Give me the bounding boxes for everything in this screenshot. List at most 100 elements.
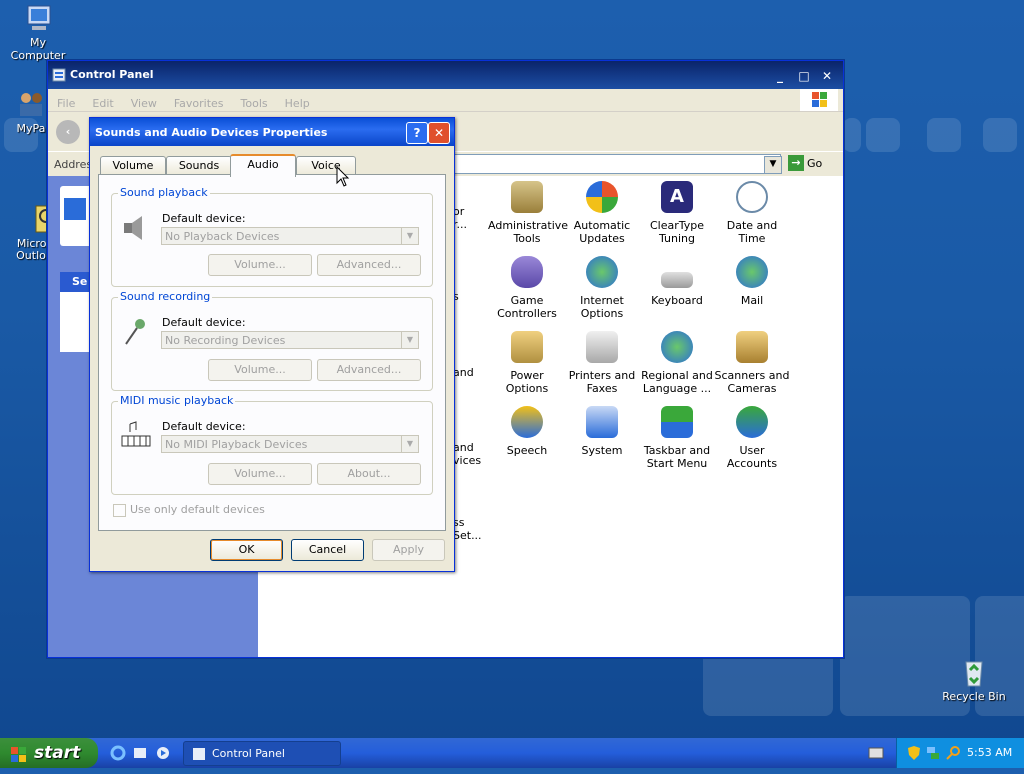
midi-volume-button[interactable]: Volume...: [208, 463, 312, 485]
start-button[interactable]: start: [0, 738, 98, 768]
clock: 5:53 AM: [967, 746, 1013, 759]
menu-tools[interactable]: Tools: [241, 97, 268, 110]
help-button[interactable]: ?: [406, 122, 428, 144]
tab-sounds[interactable]: Sounds: [166, 156, 232, 175]
menu-edit[interactable]: Edit: [92, 97, 113, 110]
recording-advanced-button[interactable]: Advanced...: [317, 359, 421, 381]
midi-about-button[interactable]: About...: [317, 463, 421, 485]
go-button[interactable]: → Go: [788, 155, 822, 173]
microphone-icon: [120, 316, 152, 348]
cp-item-label: ClearType Tuning: [649, 219, 705, 245]
cp-item-partial: and vices: [453, 441, 482, 467]
search-icon[interactable]: [945, 745, 961, 761]
menu-bar: File Edit View Favorites Tools Help: [48, 89, 843, 112]
close-button[interactable]: ✕: [817, 67, 837, 85]
maximize-button[interactable]: □: [794, 67, 814, 85]
title-bar[interactable]: Control Panel _ □ ✕: [48, 61, 843, 89]
taskbar-button-label: Control Panel: [212, 747, 285, 760]
cp-item-cleartype-tuning[interactable]: A ClearType Tuning: [638, 181, 716, 245]
menu-help[interactable]: Help: [285, 97, 310, 110]
cp-item-date-and-time[interactable]: Date and Time: [713, 181, 791, 245]
recording-device-select[interactable]: No Recording Devices ▼: [161, 331, 419, 349]
menu-file[interactable]: File: [57, 97, 75, 110]
language-icon[interactable]: [868, 747, 884, 759]
recording-volume-button[interactable]: Volume...: [208, 359, 312, 381]
outlook-express-icon[interactable]: [132, 745, 148, 761]
sound-recording-group: Sound recording Default device: No Recor…: [111, 290, 433, 391]
midi-device-select[interactable]: No MIDI Playback Devices ▼: [161, 435, 419, 453]
cp-item-label: User Accounts: [726, 444, 778, 470]
use-default-devices-checkbox[interactable]: Use only default devices: [113, 503, 265, 517]
recycle-bin-icon: [958, 656, 990, 688]
desktop-icon-recycle-bin[interactable]: Recycle Bin: [937, 656, 1011, 703]
system-icon: [586, 406, 618, 438]
cp-item-label: Keyboard: [651, 294, 703, 307]
audio-tab-panel: Sound playback Default device: No Playba…: [98, 174, 446, 531]
cp-item-user-accounts[interactable]: User Accounts: [713, 406, 791, 470]
desktop-tile: [866, 118, 900, 152]
cp-item-label: Taskbar and Start Menu: [643, 444, 711, 470]
playback-device-select[interactable]: No Playback Devices ▼: [161, 227, 419, 245]
dialog-title: Sounds and Audio Devices Properties: [95, 126, 328, 139]
sound-playback-group: Sound playback Default device: No Playba…: [111, 186, 433, 287]
default-device-label: Default device:: [162, 420, 246, 433]
cp-item-internet-options[interactable]: Internet Options: [563, 256, 641, 320]
cp-item-power-options[interactable]: Power Options: [488, 331, 566, 395]
cp-item-label: Game Controllers: [497, 294, 557, 320]
cp-item-label: Internet Options: [580, 294, 624, 320]
cp-item-label: Speech: [506, 444, 548, 457]
chevron-down-icon: ▼: [401, 332, 418, 348]
taskbar-button-control-panel[interactable]: Control Panel: [183, 741, 341, 766]
cp-item-scanners-and-cameras[interactable]: Scanners and Cameras: [713, 331, 791, 395]
ok-button[interactable]: OK: [210, 539, 283, 561]
minimize-button[interactable]: _: [770, 67, 790, 85]
cp-item-label: Date and Time: [726, 219, 778, 245]
media-player-icon[interactable]: [155, 745, 171, 761]
back-icon[interactable]: ‹: [56, 120, 80, 144]
playback-advanced-button[interactable]: Advanced...: [317, 254, 421, 276]
mouse-cursor-icon: [336, 165, 350, 188]
cp-item-partial: and: [453, 366, 474, 379]
internet-explorer-icon[interactable]: [110, 745, 126, 761]
network-icon[interactable]: [925, 745, 941, 761]
cp-item-system[interactable]: System: [563, 406, 641, 457]
cp-item-game-controllers[interactable]: Game Controllers: [488, 256, 566, 320]
tab-audio[interactable]: Audio: [230, 154, 296, 177]
cp-item-taskbar-and-start-menu[interactable]: Taskbar and Start Menu: [638, 406, 716, 470]
cp-item-regional-and-language[interactable]: Regional and Language ...: [638, 331, 716, 395]
midi-playback-group: MIDI music playback Default device: No M…: [111, 394, 433, 495]
cp-item-printers-and-faxes[interactable]: Printers and Faxes: [563, 331, 641, 395]
group-caption: Sound recording: [118, 290, 213, 303]
security-shield-icon[interactable]: [907, 745, 921, 761]
tab-volume[interactable]: Volume: [100, 156, 166, 175]
cancel-button[interactable]: Cancel: [291, 539, 364, 561]
cp-item-automatic-updates[interactable]: Automatic Updates: [563, 181, 641, 245]
globe-icon: [586, 256, 618, 288]
chevron-down-icon: ▼: [401, 228, 418, 244]
desktop-icon-my-computer[interactable]: My Computer: [1, 2, 75, 62]
clock-icon: [736, 181, 768, 213]
taskbar-icon: [661, 406, 693, 438]
cp-item-keyboard[interactable]: Keyboard: [638, 256, 716, 307]
dialog-title-bar[interactable]: Sounds and Audio Devices Properties ? ✕: [90, 118, 454, 146]
desktop-icon-label: MyPa: [16, 122, 46, 135]
speech-icon: [511, 406, 543, 438]
menu-view[interactable]: View: [131, 97, 157, 110]
sounds-audio-dialog: Sounds and Audio Devices Properties ? ✕ …: [89, 117, 455, 572]
cp-item-speech[interactable]: Speech: [488, 406, 566, 457]
dialog-close-button[interactable]: ✕: [428, 122, 450, 144]
default-device-label: Default device:: [162, 316, 246, 329]
menu-favorites[interactable]: Favorites: [174, 97, 224, 110]
apply-button[interactable]: Apply: [372, 539, 445, 561]
power-icon: [511, 331, 543, 363]
chevron-down-icon: ▼: [401, 436, 418, 452]
automatic-updates-icon: [586, 181, 618, 213]
cp-item-mail[interactable]: Mail: [713, 256, 791, 307]
gamepad-icon: [511, 256, 543, 288]
start-label: start: [34, 743, 81, 763]
chevron-down-icon[interactable]: ▼: [764, 156, 782, 174]
cp-item-administrative-tools[interactable]: Administrative Tools: [488, 181, 568, 245]
windows-logo-icon: [800, 89, 838, 111]
playback-volume-button[interactable]: Volume...: [208, 254, 312, 276]
system-tray: 5:53 AM: [896, 738, 1024, 768]
